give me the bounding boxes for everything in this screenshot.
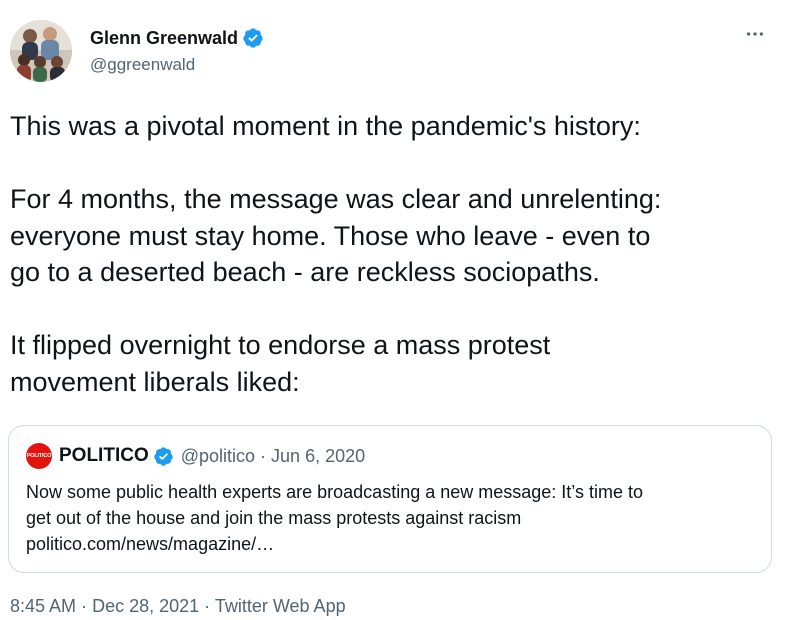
quoted-tweet-header: POLITICO POLITICO @politico · Jun 6, 202… (26, 443, 366, 469)
tweet-line: For 4 months, the message was clear and … (10, 184, 662, 214)
quoted-text-line: Now some public health experts are broad… (26, 482, 643, 502)
more-horizontal-icon (744, 23, 766, 50)
author-handle[interactable]: @ggreenwald (90, 55, 264, 75)
tweet-time[interactable]: 8:45 AM (10, 596, 76, 616)
meta-separator: · (204, 596, 211, 616)
meta-separator: · (81, 596, 88, 616)
tweet-line: go to a deserted beach - are reckless so… (10, 257, 600, 287)
tweet-line: It flipped overnight to endorse a mass p… (10, 330, 551, 360)
tweet-metadata: 8:45 AM · Dec 28, 2021 · Twitter Web App (10, 596, 346, 617)
quoted-text-line: get out of the house and join the mass p… (26, 508, 522, 528)
author-name[interactable]: Glenn Greenwald (90, 28, 238, 49)
quoted-author-handle: @politico (180, 445, 256, 466)
tweet-date[interactable]: Dec 28, 2021 (92, 596, 199, 616)
quoted-tweet-date: Jun 6, 2020 (271, 445, 366, 466)
politico-logo: POLITICO (26, 443, 52, 469)
quoted-author-name: POLITICO (59, 445, 149, 466)
tweet-text: This was a pivotal moment in the pandemi… (10, 108, 778, 400)
tweet-source[interactable]: Twitter Web App (215, 596, 346, 616)
quoted-tweet-card[interactable]: POLITICO POLITICO @politico · Jun 6, 202… (8, 425, 772, 573)
avatar-photo (10, 20, 72, 82)
verified-badge-icon (242, 27, 264, 49)
tweet-line: This was a pivotal moment in the pandemi… (10, 111, 641, 141)
verified-badge-icon (153, 446, 174, 467)
more-options-button[interactable] (740, 24, 770, 48)
politico-logo-text: POLITICO (26, 453, 52, 459)
meta-separator: · (260, 445, 267, 466)
quoted-tweet-text: Now some public health experts are broad… (26, 479, 756, 557)
quoted-link-text: politico.com/news/magazine/… (26, 534, 275, 554)
avatar[interactable] (10, 20, 72, 82)
tweet-header: Glenn Greenwald @ggreenwald (10, 20, 778, 84)
author-info: Glenn Greenwald @ggreenwald (90, 26, 264, 75)
tweet-line: everyone must stay home. Those who leave… (10, 220, 651, 251)
tweet-line: movement liberals liked: (10, 366, 300, 397)
